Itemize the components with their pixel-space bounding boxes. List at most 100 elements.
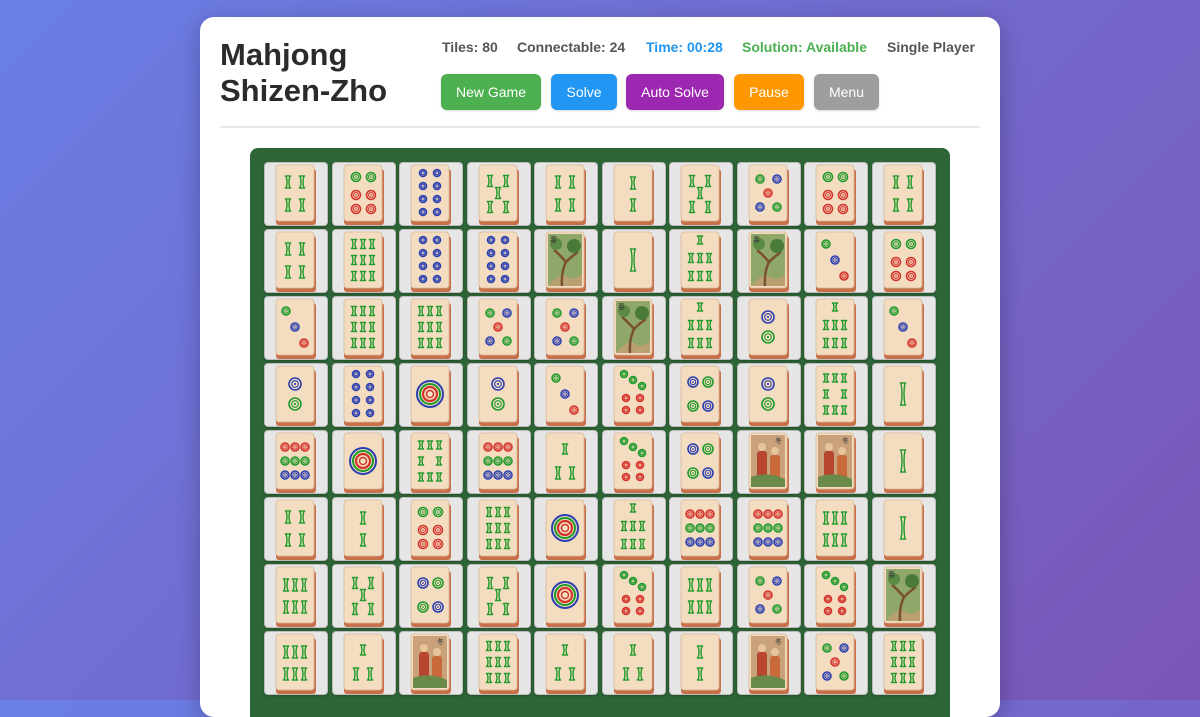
mahjong-tile[interactable] [736,363,801,427]
mahjong-tile[interactable] [264,497,328,561]
svg-text:春: 春 [550,235,557,244]
bamboo-5-tile-icon [478,566,519,627]
mahjong-tile[interactable] [601,162,666,226]
mahjong-tile[interactable] [466,162,531,226]
mahjong-tile[interactable] [264,229,328,293]
mahjong-tile[interactable] [601,229,666,293]
mahjong-tile[interactable] [264,631,328,695]
circle-1-tile-icon [410,365,451,426]
mahjong-tile[interactable] [331,363,396,427]
mahjong-tile[interactable] [331,296,396,360]
mahjong-tile[interactable] [331,229,396,293]
new-game-button[interactable]: New Game [441,74,541,110]
mahjong-tile[interactable]: 春 [871,564,936,628]
mahjong-tile[interactable] [264,430,328,494]
mahjong-tile[interactable] [669,296,733,360]
mahjong-tile[interactable] [466,631,531,695]
mahjong-tile[interactable]: 冬 [736,430,801,494]
mahjong-tile[interactable] [534,430,598,494]
mahjong-tile[interactable] [466,564,531,628]
mahjong-tile[interactable] [804,229,868,293]
circle-8-tile-icon [410,231,451,292]
mahjong-tile[interactable]: 春 [736,229,801,293]
mahjong-tile[interactable] [466,229,531,293]
mahjong-tile[interactable] [264,564,328,628]
mahjong-tile[interactable] [331,430,396,494]
mahjong-tile[interactable] [871,363,936,427]
mahjong-tile[interactable] [331,162,396,226]
circle-2-tile-icon [275,365,316,426]
pause-button[interactable]: Pause [734,74,804,110]
mahjong-tile[interactable] [804,363,868,427]
mahjong-tile[interactable] [736,497,801,561]
mahjong-tile[interactable] [534,162,598,226]
mahjong-tile[interactable] [264,162,328,226]
bamboo-7-tile-icon [680,231,721,292]
mahjong-tile[interactable] [669,363,733,427]
mahjong-tile[interactable] [331,564,396,628]
mahjong-tile[interactable] [331,631,396,695]
mahjong-tile[interactable] [736,564,801,628]
mahjong-tile[interactable] [804,296,868,360]
mahjong-tile[interactable] [669,564,733,628]
mahjong-tile[interactable] [804,564,868,628]
mahjong-tile[interactable] [601,363,666,427]
mahjong-tile[interactable] [871,296,936,360]
bamboo-7-tile-icon [815,298,856,359]
mahjong-tile[interactable]: 春 [601,296,666,360]
mahjong-tile[interactable] [399,363,463,427]
mahjong-tile[interactable] [871,631,936,695]
mahjong-tile[interactable] [804,162,868,226]
mahjong-tile[interactable] [399,430,463,494]
mahjong-tile[interactable] [399,564,463,628]
circle-9-tile-icon [680,499,721,560]
bamboo-9-tile-icon [478,499,519,560]
mahjong-tile[interactable] [331,497,396,561]
mahjong-tile[interactable]: 冬 [399,631,463,695]
season-tile-people-icon: 冬 [748,432,789,493]
mahjong-tile[interactable] [399,296,463,360]
mahjong-tile[interactable] [871,497,936,561]
mahjong-tile[interactable] [669,162,733,226]
mahjong-tile[interactable] [534,631,598,695]
mahjong-tile[interactable] [264,363,328,427]
mahjong-tile[interactable] [736,296,801,360]
bamboo-5-tile-icon [478,164,519,225]
mahjong-tile[interactable] [669,497,733,561]
mahjong-tile[interactable] [534,363,598,427]
mahjong-tile[interactable] [871,229,936,293]
mahjong-tile[interactable] [534,497,598,561]
solve-button[interactable]: Solve [551,74,617,110]
mahjong-tile[interactable] [399,497,463,561]
mahjong-tile[interactable] [466,363,531,427]
mahjong-tile[interactable] [466,430,531,494]
mahjong-tile[interactable] [601,631,666,695]
mahjong-tile[interactable] [399,229,463,293]
mahjong-tile[interactable] [466,497,531,561]
menu-button[interactable]: Menu [814,74,879,110]
circle-5-tile-icon [815,633,856,694]
mahjong-tile[interactable] [534,564,598,628]
tiles-count: Tiles: 80 [442,39,498,55]
mahjong-tile[interactable] [601,564,666,628]
mahjong-tile[interactable] [871,430,936,494]
mahjong-tile[interactable] [534,296,598,360]
mahjong-tile[interactable] [601,497,666,561]
bamboo-4-tile-icon [883,164,924,225]
mahjong-tile[interactable]: 冬 [804,430,868,494]
mahjong-tile[interactable] [669,631,733,695]
mahjong-tile[interactable] [466,296,531,360]
mahjong-tile[interactable] [736,162,801,226]
mahjong-tile[interactable]: 冬 [736,631,801,695]
mahjong-tile[interactable] [669,229,733,293]
mahjong-tile[interactable] [264,296,328,360]
mahjong-tile[interactable] [669,430,733,494]
mahjong-tile[interactable]: 春 [534,229,598,293]
mahjong-tile[interactable] [804,497,868,561]
mahjong-tile[interactable] [601,430,666,494]
mahjong-tile[interactable] [804,631,868,695]
mahjong-tile[interactable] [871,162,936,226]
mahjong-tile[interactable] [399,162,463,226]
circle-4-tile-icon [680,432,721,493]
auto-solve-button[interactable]: Auto Solve [626,74,724,110]
